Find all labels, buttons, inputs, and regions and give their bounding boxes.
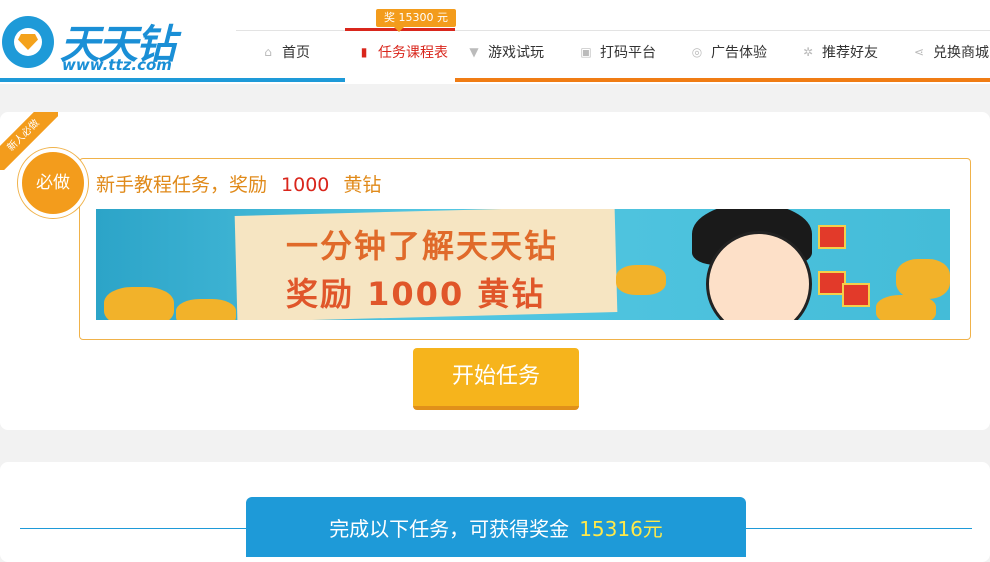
gold-ingot-image [896, 259, 950, 299]
section-divider-left [20, 528, 246, 529]
diamond-logo-icon [2, 16, 54, 68]
bar-chart-icon: ▮ [360, 45, 368, 59]
start-task-button[interactable]: 开始任务 [413, 348, 579, 410]
nav-label: 推荐好友 [822, 45, 878, 61]
newbie-task-title: 新手教程任务，奖励 1000 黄钻 [96, 170, 381, 197]
nav-label: 打码平台 [600, 45, 656, 61]
header-bar-orange [455, 78, 990, 82]
red-envelope-icon [842, 283, 870, 307]
gear-icon: ✲ [802, 45, 814, 59]
trophy-icon: ▼ [469, 45, 479, 59]
task-title-prefix: 新手教程任务，奖励 [96, 174, 268, 196]
nav-label: 首页 [282, 45, 310, 61]
must-do-badge: 必做 [18, 148, 88, 218]
nav-item-game-trial[interactable]: ▼ 游戏试玩 [468, 40, 544, 64]
reward-amount: 1000 [281, 174, 330, 196]
nav-label: 游戏试玩 [488, 45, 544, 61]
nav-item-home[interactable]: ⌂ 首页 [262, 40, 310, 64]
site-header: 天天钻 www.ttz.com 奖 15300 元 ⌂ 首页 ▮ 任务课程表 ▼… [0, 0, 990, 84]
task-bonus-heading: 完成以下任务，可获得奖金 15316元 [246, 497, 746, 557]
task-bonus-prefix: 完成以下任务，可获得奖金 [329, 517, 570, 541]
gold-ingot-image [616, 265, 666, 295]
section-divider-right [746, 528, 972, 529]
gold-coins-image [176, 299, 236, 320]
reward-badge: 奖 15300 元 [376, 9, 456, 32]
gold-coins-image [876, 295, 936, 320]
nav-label: 兑换商城 [933, 45, 989, 61]
bank-icon: ⌂ [264, 45, 272, 59]
nav-item-task-schedule[interactable]: ▮ 任务课程表 [358, 40, 448, 64]
nav-label: 广告体验 [711, 45, 767, 61]
banner-subline: 奖励 1000 黄钻 [286, 275, 546, 313]
nav-item-captcha-platform[interactable]: ▣ 打码平台 [580, 40, 656, 64]
site-logo[interactable]: 天天钻 www.ttz.com [0, 6, 232, 78]
gold-ingot-image [104, 287, 174, 320]
red-envelope-icon [818, 225, 846, 249]
nav-label: 任务课程表 [378, 45, 448, 61]
nav-item-exchange-mall[interactable]: ⋖ 兑换商城 [913, 40, 989, 64]
target-icon: ◎ [691, 45, 703, 59]
banner-headline: 一分钟了解天天钻 [286, 227, 559, 265]
task-bonus-total: 15316元 [579, 517, 663, 541]
header-bar-blue [0, 78, 345, 82]
share-icon: ⋖ [913, 45, 925, 59]
nav-item-ad-experience[interactable]: ◎ 广告体验 [691, 40, 767, 64]
tutorial-banner[interactable]: 一分钟了解天天钻 奖励 1000 黄钻 [96, 209, 950, 320]
nav-item-refer-friends[interactable]: ✲ 推荐好友 [802, 40, 878, 64]
reward-unit: 黄钻 [343, 174, 382, 196]
keyboard-icon: ▣ [580, 45, 592, 59]
brand-url: www.ttz.com [62, 56, 172, 74]
